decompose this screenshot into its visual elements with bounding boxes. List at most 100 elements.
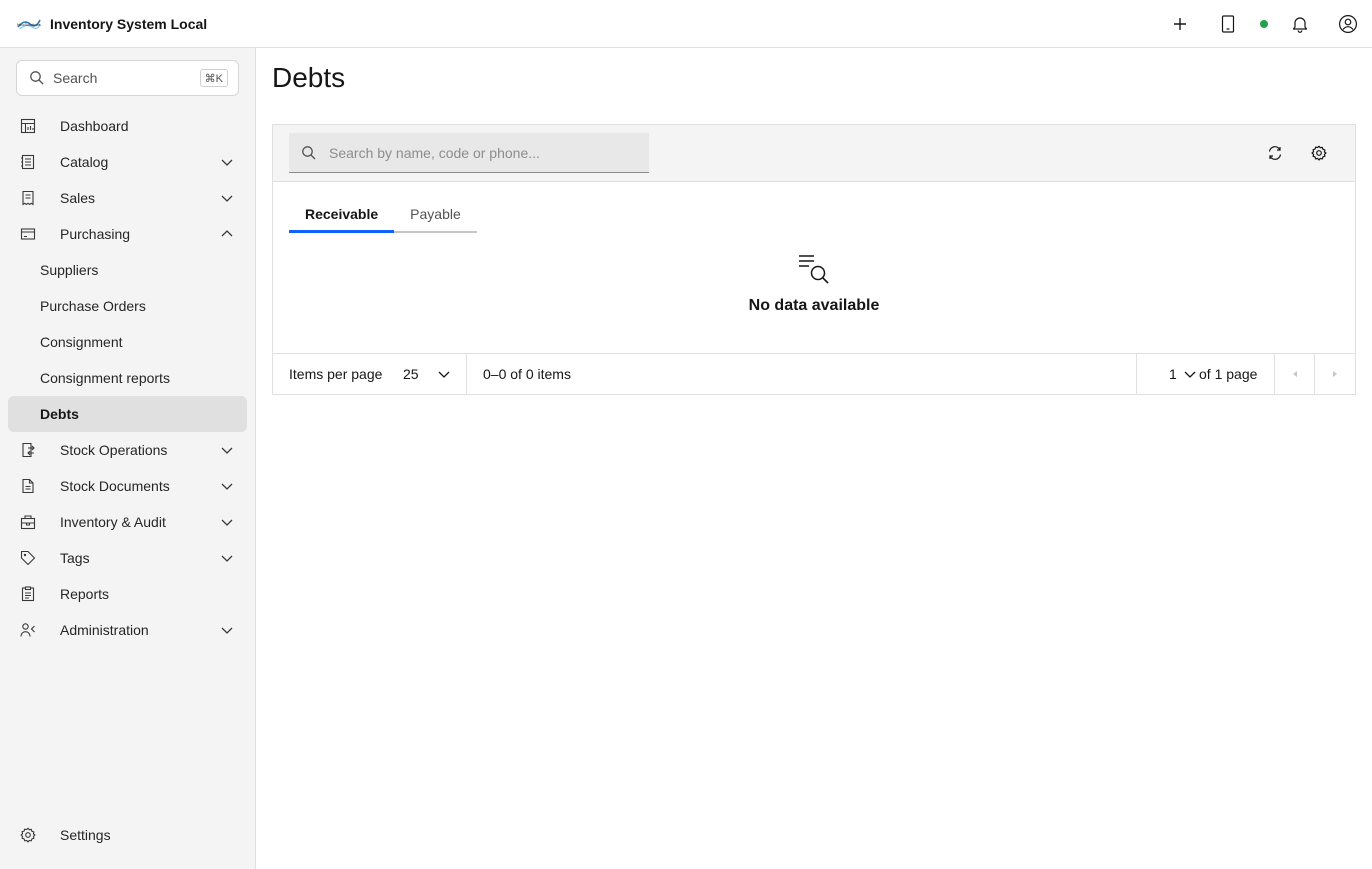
no-data-search-icon — [799, 255, 829, 284]
top-header: NeoSolutions Inventory System Local — [0, 0, 1372, 48]
sidebar-item-reports[interactable]: Reports — [0, 576, 256, 612]
chevron-down-icon — [221, 627, 233, 634]
sidebar-item-label: Administration — [60, 622, 149, 638]
document-icon — [22, 478, 34, 494]
chevron-down-icon — [438, 371, 450, 378]
tab-payable[interactable]: Payable — [394, 197, 477, 233]
divider — [466, 354, 467, 394]
catalog-icon — [21, 154, 35, 170]
divider — [1136, 354, 1137, 394]
sidebar-subitem-debts[interactable]: Debts — [8, 396, 247, 432]
page-size-value: 25 — [403, 366, 419, 382]
sidebar-search[interactable]: Search ⌘K — [16, 60, 239, 96]
user-menu-button[interactable] — [1324, 0, 1372, 48]
sidebar-subitem-label: Suppliers — [40, 262, 99, 278]
sidebar-item-stock-documents[interactable]: Stock Documents — [0, 468, 256, 504]
add-button[interactable] — [1156, 0, 1204, 48]
sidebar-subitem-consignment[interactable]: Consignment — [0, 324, 256, 360]
sidebar-item-stock-operations[interactable]: Stock Operations — [0, 432, 256, 468]
debt-type-tabs: Receivable Payable — [289, 197, 477, 233]
search-icon — [30, 71, 44, 85]
user-avatar-icon — [1339, 15, 1357, 33]
gear-icon — [20, 827, 36, 843]
pagination: Items per page 25 0–0 of 0 items 1 of 1 … — [273, 353, 1355, 394]
sidebar-subitem-purchase-orders[interactable]: Purchase Orders — [0, 288, 256, 324]
app-title: Inventory System Local — [50, 15, 208, 32]
chevron-down-icon — [221, 447, 233, 454]
items-per-page-label: Items per page — [289, 366, 383, 382]
current-page-value: 1 — [1169, 366, 1177, 382]
sidebar-item-label: Reports — [60, 586, 110, 602]
sidebar-subitem-suppliers[interactable]: Suppliers — [0, 252, 256, 288]
table-settings-button[interactable] — [1303, 137, 1335, 169]
sidebar-item-label: Settings — [60, 827, 111, 843]
page-total: of 1 page — [1199, 366, 1258, 382]
gear-icon — [1311, 145, 1327, 161]
add-icon — [1174, 18, 1186, 30]
device-button[interactable] — [1204, 0, 1252, 48]
sidebar-subitem-consignment-reports[interactable]: Consignment reports — [0, 360, 256, 396]
header-actions — [1156, 0, 1372, 48]
sidebar-item-administration[interactable]: Administration — [0, 612, 256, 648]
dashboard-icon — [20, 118, 36, 134]
chevron-down-icon — [221, 519, 233, 526]
page-size-select[interactable]: 25 — [403, 354, 467, 394]
page-select[interactable]: 1 — [1153, 354, 1203, 394]
wallet-icon — [20, 228, 36, 240]
sidebar-item-label: Stock Documents — [60, 478, 170, 494]
online-status-icon — [1260, 20, 1268, 28]
sidebar-search-label: Search — [53, 70, 98, 86]
sidebar-item-inventory-audit[interactable]: Inventory & Audit — [0, 504, 256, 540]
sidebar: Search ⌘K Dashboard Catalog Sales Purcha… — [0, 48, 256, 869]
tablet-icon — [1221, 15, 1235, 33]
shortcut-badge: ⌘K — [199, 69, 228, 87]
sidebar-item-label: Tags — [60, 550, 90, 566]
sidebar-item-sales[interactable]: Sales — [0, 180, 256, 216]
sidebar-item-label: Stock Operations — [60, 442, 168, 458]
refresh-button[interactable] — [1259, 137, 1291, 169]
brand-logo-icon: NeoSolutions — [16, 14, 42, 34]
caret-right-icon — [1333, 371, 1337, 377]
page-title: Debts — [272, 62, 346, 93]
table-search[interactable] — [289, 133, 649, 173]
chevron-down-icon — [1184, 371, 1196, 378]
sidebar-nav: Dashboard Catalog Sales Purchasing Suppl… — [0, 108, 256, 648]
sidebar-subitem-label: Debts — [40, 406, 79, 422]
user-admin-icon — [20, 623, 35, 637]
sidebar-item-label: Catalog — [60, 154, 109, 170]
receipt-icon — [22, 190, 34, 206]
tab-receivable[interactable]: Receivable — [289, 197, 395, 233]
stock-transfer-icon — [22, 442, 35, 458]
table-search-input[interactable] — [329, 144, 629, 161]
chevron-down-icon — [221, 555, 233, 562]
report-icon — [21, 586, 35, 602]
caret-left-icon — [1293, 371, 1297, 377]
status-indicator — [1252, 0, 1276, 48]
inventory-icon — [20, 515, 36, 530]
chevron-up-icon — [221, 230, 233, 237]
sidebar-item-purchasing[interactable]: Purchasing — [0, 216, 256, 252]
logo-text: NeoSolutions — [17, 22, 41, 27]
empty-state: No data available — [273, 253, 1355, 315]
sidebar-subitem-label: Consignment — [40, 334, 123, 350]
brand[interactable]: NeoSolutions Inventory System Local — [0, 0, 207, 48]
empty-state-message: No data available — [748, 297, 880, 314]
chevron-down-icon — [221, 159, 233, 166]
sidebar-item-dashboard[interactable]: Dashboard — [0, 108, 256, 144]
refresh-icon — [1268, 146, 1282, 160]
previous-page-button[interactable] — [1275, 354, 1315, 394]
sidebar-item-catalog[interactable]: Catalog — [0, 144, 256, 180]
sidebar-item-label: Sales — [60, 190, 96, 206]
sidebar-subitem-label: Purchase Orders — [40, 298, 146, 314]
debts-table-card: Receivable Payable No data available Ite… — [272, 124, 1356, 395]
sidebar-subitem-label: Consignment reports — [40, 370, 170, 386]
table-toolbar — [273, 125, 1355, 182]
sidebar-item-tags[interactable]: Tags — [0, 540, 256, 576]
chevron-down-icon — [221, 483, 233, 490]
chevron-down-icon — [221, 195, 233, 202]
sidebar-item-settings[interactable]: Settings — [0, 817, 256, 853]
sidebar-item-label: Purchasing — [60, 226, 131, 242]
notifications-button[interactable] — [1276, 0, 1324, 48]
notification-icon — [1292, 17, 1308, 33]
next-page-button[interactable] — [1315, 354, 1355, 394]
